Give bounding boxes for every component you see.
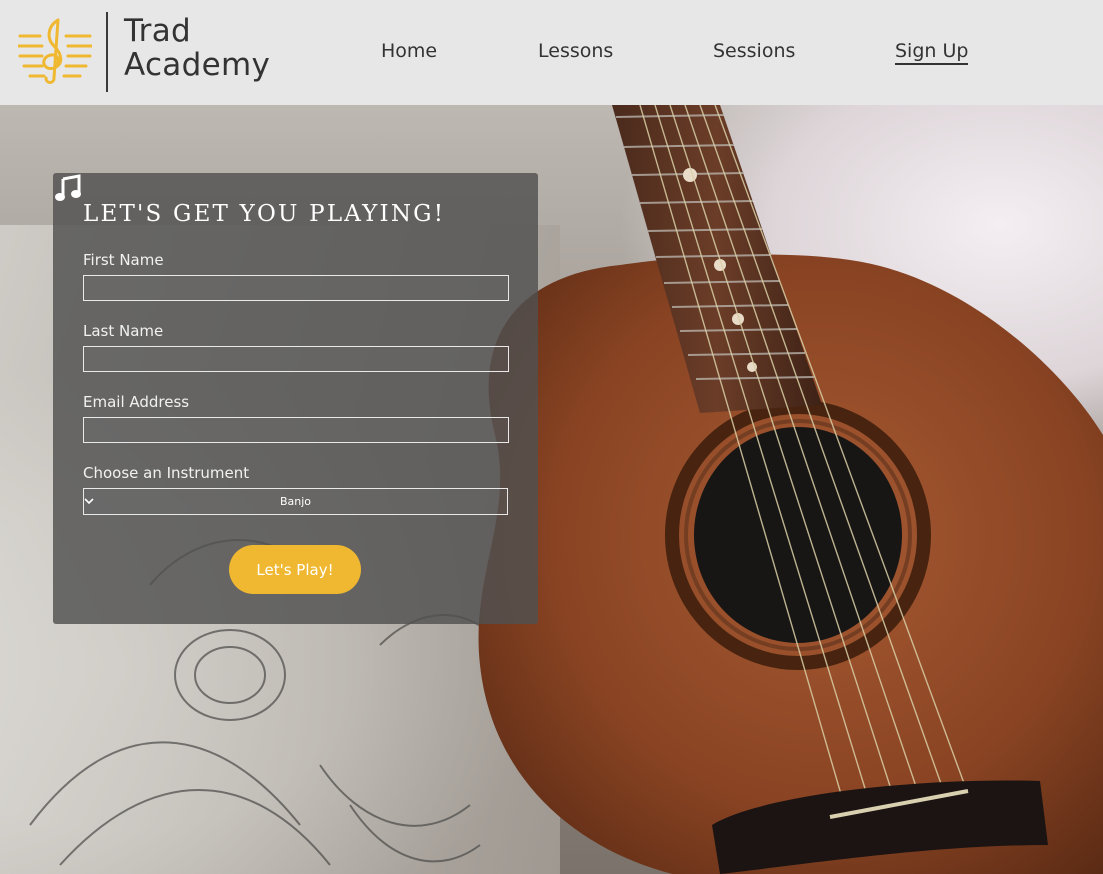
logo-divider bbox=[106, 12, 108, 92]
site-header: Trad Academy Home Lessons Sessions Sign … bbox=[0, 0, 1103, 105]
signup-form-card: Let's get you playing! First Name Last N… bbox=[53, 173, 538, 624]
form-title: Let's get you playing! bbox=[83, 201, 446, 227]
lets-play-button[interactable]: Let's Play! bbox=[229, 545, 361, 594]
last-name-label: Last Name bbox=[83, 322, 164, 340]
nav-home[interactable]: Home bbox=[381, 40, 437, 62]
instrument-select[interactable]: Banjo bbox=[83, 488, 508, 515]
instrument-label: Choose an Instrument bbox=[83, 464, 250, 482]
email-input[interactable] bbox=[83, 417, 509, 443]
last-name-input[interactable] bbox=[83, 346, 509, 372]
nav-sign-up[interactable]: Sign Up bbox=[895, 40, 969, 65]
brand-line-1: Trad bbox=[124, 13, 191, 49]
nav-sessions[interactable]: Sessions bbox=[713, 40, 795, 62]
instrument-selected-value: Banjo bbox=[279, 495, 312, 508]
first-name-label: First Name bbox=[83, 251, 164, 269]
brand-line-2: Academy bbox=[124, 47, 271, 83]
brand-name[interactable]: Trad Academy bbox=[124, 14, 270, 82]
email-label: Email Address bbox=[83, 393, 190, 411]
hero-guitar-photo: Let's get you playing! First Name Last N… bbox=[0, 105, 1103, 874]
chevron-down-icon bbox=[84, 498, 94, 505]
nav-lessons[interactable]: Lessons bbox=[538, 40, 613, 62]
treble-clef-icon bbox=[18, 18, 92, 84]
first-name-input[interactable] bbox=[83, 275, 509, 301]
music-note-icon bbox=[55, 174, 81, 201]
